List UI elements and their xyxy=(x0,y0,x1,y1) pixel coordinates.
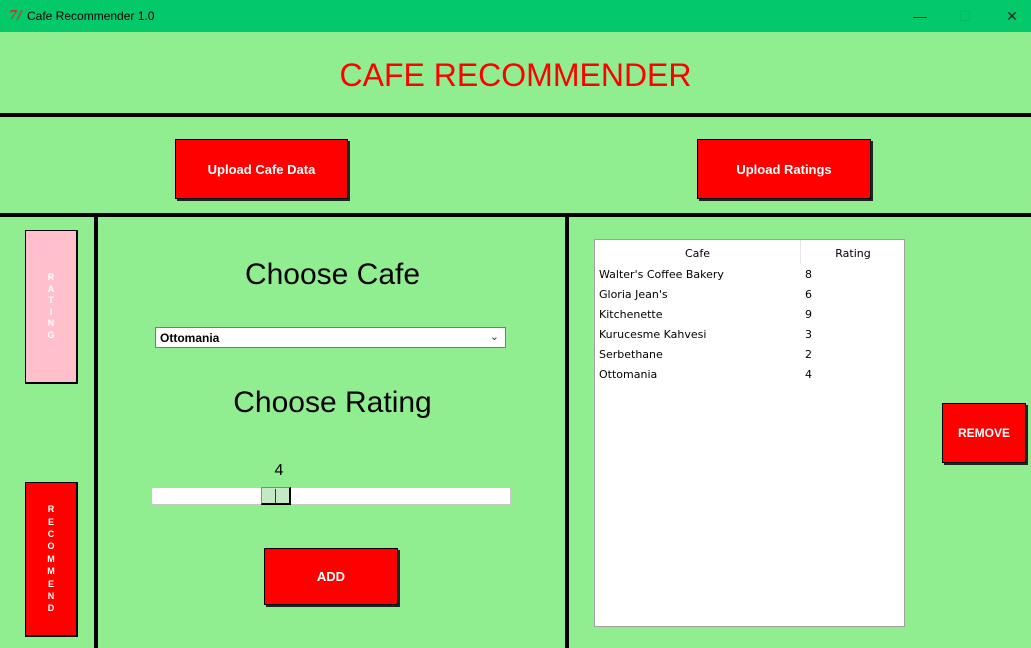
right-divider xyxy=(565,217,569,648)
maximize-icon: ☐ xyxy=(958,7,972,24)
button-letter: G xyxy=(47,329,55,340)
header-panel: CAFE RECOMMENDER xyxy=(0,33,1031,117)
add-button[interactable]: ADD xyxy=(264,548,398,605)
button-letter: O xyxy=(47,541,55,552)
button-letter: C xyxy=(47,528,55,539)
table-row[interactable]: Walter's Coffee Bakery 8 xyxy=(595,266,904,286)
tk-feather-icon: 7/ xyxy=(9,8,22,22)
table-row[interactable]: Serbethane 2 xyxy=(595,346,904,366)
button-letter: M xyxy=(47,553,55,564)
button-letter: D xyxy=(47,603,55,614)
column-header-rating[interactable]: Rating xyxy=(801,247,905,260)
page-title: CAFE RECOMMENDER xyxy=(339,57,692,93)
minimize-button[interactable]: — xyxy=(905,0,935,32)
table-row[interactable]: Kitchenette 9 xyxy=(595,306,904,326)
remove-button[interactable]: REMOVE xyxy=(942,403,1026,463)
rating-cell: 6 xyxy=(805,288,812,301)
button-letter: E xyxy=(47,516,54,527)
cafe-combobox[interactable]: Ottomania ⌄ xyxy=(155,327,506,348)
rating-cell: 3 xyxy=(805,328,812,341)
cafe-cell: Serbethane xyxy=(599,348,663,361)
rating-cell: 8 xyxy=(805,268,812,281)
ratings-table[interactable]: Cafe Rating Walter's Coffee Bakery 8 Glo… xyxy=(594,239,905,627)
cafe-cell: Walter's Coffee Bakery xyxy=(599,268,724,281)
button-letter: E xyxy=(47,578,54,589)
button-letter: N xyxy=(47,318,55,328)
choose-cafe-heading: Choose Cafe xyxy=(244,258,421,291)
close-button[interactable]: ✕ xyxy=(997,0,1027,32)
table-row[interactable]: Kurucesme Kahvesi 3 xyxy=(595,326,904,346)
upload-ratings-button[interactable]: Upload Ratings xyxy=(697,139,871,199)
close-icon: ✕ xyxy=(1006,7,1018,24)
cafe-cell: Ottomania xyxy=(599,368,658,381)
cafe-combobox-value: Ottomania xyxy=(160,331,220,345)
minimize-icon: — xyxy=(913,8,927,24)
choose-rating-heading: Choose Rating xyxy=(233,386,432,419)
rating-scale-trough[interactable] xyxy=(151,487,511,505)
cafe-cell: Kurucesme Kahvesi xyxy=(599,328,707,341)
button-letter: R xyxy=(47,504,55,515)
button-letter: A xyxy=(47,283,55,294)
upload-panel xyxy=(0,117,1031,217)
button-letter: R xyxy=(47,272,55,282)
button-letter: N xyxy=(47,591,55,602)
rating-cell: 2 xyxy=(805,348,812,361)
upload-cafe-data-button[interactable]: Upload Cafe Data xyxy=(175,139,348,199)
rating-button[interactable]: RATING xyxy=(25,230,78,384)
chevron-down-icon: ⌄ xyxy=(489,331,499,343)
button-letter: I xyxy=(49,306,53,317)
title-bar: 7/ Cafe Recommender 1.0 — ☐ ✕ xyxy=(0,0,1031,32)
rating-scale-thumb[interactable] xyxy=(261,487,291,505)
left-divider xyxy=(94,217,98,648)
window-title: Cafe Recommender 1.0 xyxy=(27,9,155,23)
button-letter: T xyxy=(48,295,54,305)
recommend-button[interactable]: RECOMMEND xyxy=(25,482,78,637)
rating-cell: 9 xyxy=(805,308,812,321)
button-letter: M xyxy=(47,566,55,577)
cafe-cell: Gloria Jean's xyxy=(599,288,668,301)
maximize-button[interactable]: ☐ xyxy=(950,0,980,32)
table-header: Cafe Rating xyxy=(595,240,904,266)
table-row[interactable]: Gloria Jean's 6 xyxy=(595,286,904,306)
column-header-cafe[interactable]: Cafe xyxy=(595,247,800,260)
table-row[interactable]: Ottomania 4 xyxy=(595,366,904,386)
cafe-cell: Kitchenette xyxy=(599,308,663,321)
rating-scale-value: 4 xyxy=(274,462,284,479)
rating-cell: 4 xyxy=(805,368,812,381)
